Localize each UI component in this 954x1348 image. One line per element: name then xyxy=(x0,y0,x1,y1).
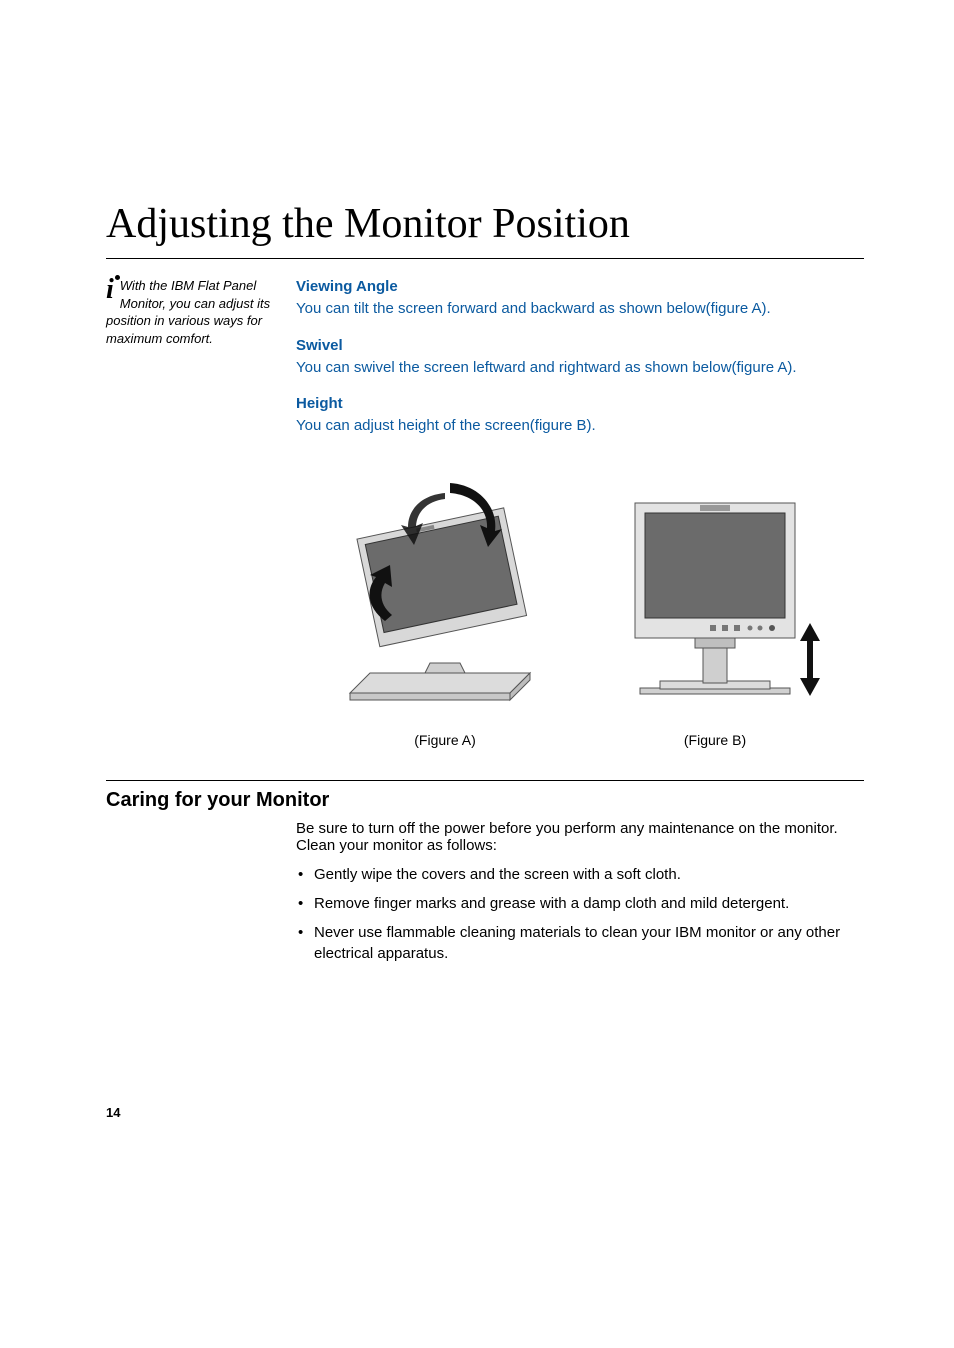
figure-a-caption: (Figure A) xyxy=(330,731,560,750)
title-divider xyxy=(106,258,864,259)
section-heading: Swivel xyxy=(296,336,864,356)
caring-body: Be sure to turn off the power before you… xyxy=(296,820,864,964)
main-content: Viewing Angle You can tilt the screen fo… xyxy=(296,277,864,750)
section-text: You can adjust height of the screen(figu… xyxy=(296,416,864,436)
section-text: You can swivel the screen leftward and r… xyxy=(296,358,864,378)
section-swivel: Swivel You can swivel the screen leftwar… xyxy=(296,336,864,379)
section-text: You can tilt the screen forward and back… xyxy=(296,299,864,319)
list-item: Never use flammable cleaning materials t… xyxy=(314,922,864,964)
figures-row: (Figure A) xyxy=(296,473,864,750)
section-divider xyxy=(106,780,864,781)
caring-intro: Be sure to turn off the power before you… xyxy=(296,820,864,854)
figure-b: (Figure B) xyxy=(600,473,830,750)
info-icon: i xyxy=(106,277,114,302)
two-column-layout: i With the IBM Flat Panel Monitor, you c… xyxy=(106,277,864,750)
section-height: Height You can adjust height of the scre… xyxy=(296,394,864,437)
section-heading: Viewing Angle xyxy=(296,277,864,297)
figure-b-caption: (Figure B) xyxy=(600,731,830,750)
list-item: Remove finger marks and grease with a da… xyxy=(314,893,864,914)
section-heading: Height xyxy=(296,394,864,414)
list-item: Gently wipe the covers and the screen wi… xyxy=(314,864,864,885)
figure-a: (Figure A) xyxy=(330,473,560,750)
section-viewing-angle: Viewing Angle You can tilt the screen fo… xyxy=(296,277,864,320)
sidebar-note: i With the IBM Flat Panel Monitor, you c… xyxy=(106,277,296,347)
page-title: Adjusting the Monitor Position xyxy=(106,200,864,248)
caring-bullets: Gently wipe the covers and the screen wi… xyxy=(296,864,864,964)
document-page: Adjusting the Monitor Position i With th… xyxy=(0,0,954,1348)
caring-heading: Caring for your Monitor xyxy=(106,789,864,812)
monitor-height-illustration xyxy=(600,473,830,713)
page-number: 14 xyxy=(106,1105,120,1120)
monitor-tilt-illustration xyxy=(330,473,560,713)
sidebar-text: With the IBM Flat Panel Monitor, you can… xyxy=(106,278,270,346)
